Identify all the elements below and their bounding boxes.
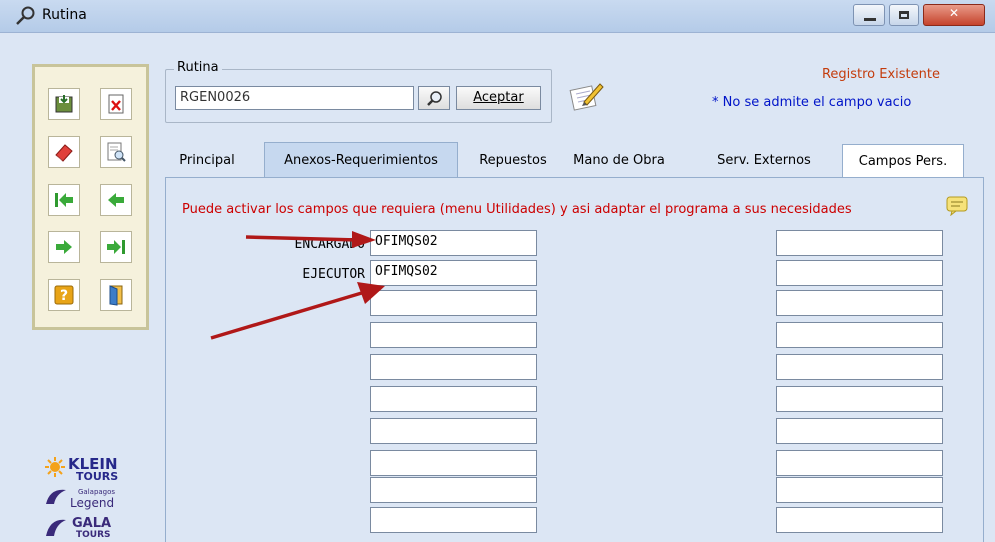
cancel-button[interactable] xyxy=(100,88,132,120)
tab-campos-pers[interactable]: Campos Pers. xyxy=(842,144,964,177)
legend-text: Legend xyxy=(70,496,115,510)
custom-field-right-4[interactable] xyxy=(776,322,943,348)
toolbox: ? xyxy=(32,64,149,330)
custom-field-left-9[interactable] xyxy=(370,477,537,503)
search-icon xyxy=(427,91,442,106)
custom-field-left-3[interactable] xyxy=(370,290,537,316)
annotation-arrow-ejecutor xyxy=(210,282,385,340)
tab-repuestos[interactable]: Repuestos xyxy=(469,144,557,177)
rutina-group-label: Rutina xyxy=(174,60,222,75)
registro-status: Registro Existente xyxy=(821,67,940,82)
last-arrow-icon xyxy=(107,240,125,254)
preview-button[interactable] xyxy=(100,136,132,168)
klein-sun-logo-icon xyxy=(45,457,65,477)
custom-field-left-6[interactable] xyxy=(370,386,537,412)
close-icon: ✕ xyxy=(948,6,960,20)
accept-button[interactable]: Aceptar xyxy=(456,86,541,110)
custom-field-right-1[interactable] xyxy=(776,230,943,256)
ejecutor-field[interactable]: OFIMQS02 xyxy=(370,260,537,286)
routine-wrench-icon xyxy=(16,6,35,25)
encargado-field[interactable]: OFIMQS02 xyxy=(370,230,537,256)
galapagos-text: Galapagos xyxy=(78,488,116,496)
custom-field-left-4[interactable] xyxy=(370,322,537,348)
help-button[interactable]: ? xyxy=(48,279,80,311)
last-record-button[interactable] xyxy=(100,231,132,263)
company-logos: KLEIN TOURS Galapagos Legend GALA TOURS xyxy=(42,452,148,542)
minimize-button[interactable] xyxy=(853,4,885,26)
custom-field-right-9[interactable] xyxy=(776,477,943,503)
title-bar: Rutina ✕ xyxy=(0,0,995,33)
no-empty-field-note: * No se admite el campo vacio xyxy=(712,95,912,110)
first-arrow-icon xyxy=(55,193,73,207)
tab-anexos-requerimientos[interactable]: Anexos-Requerimientos xyxy=(264,142,458,177)
custom-field-right-6[interactable] xyxy=(776,386,943,412)
exit-door-icon xyxy=(109,285,123,306)
edit-notepad-icon xyxy=(569,83,604,111)
exit-button[interactable] xyxy=(100,279,132,311)
custom-field-left-8[interactable] xyxy=(370,450,537,476)
tab-principal[interactable]: Principal xyxy=(173,144,241,177)
custom-field-left-7[interactable] xyxy=(370,418,537,444)
custom-fields-hint: Puede activar los campos que requiera (m… xyxy=(182,202,852,217)
accept-button-label: Aceptar xyxy=(473,90,524,105)
custom-field-right-7[interactable] xyxy=(776,418,943,444)
first-record-button[interactable] xyxy=(48,184,80,216)
left-arrow-icon xyxy=(108,193,124,207)
save-button[interactable] xyxy=(48,88,80,120)
right-arrow-icon xyxy=(56,240,72,254)
annotation-arrow-encargado xyxy=(245,231,376,248)
search-button[interactable] xyxy=(418,86,450,110)
legend-logo-icon xyxy=(46,489,66,504)
next-record-button[interactable] xyxy=(48,231,80,263)
custom-field-left-5[interactable] xyxy=(370,354,537,380)
previous-record-button[interactable] xyxy=(100,184,132,216)
save-icon xyxy=(55,95,73,113)
klein-tours-text: TOURS xyxy=(76,470,119,483)
rutina-code-input[interactable]: RGEN0026 xyxy=(175,86,414,110)
cancel-doc-icon xyxy=(108,94,124,114)
gala-tours-text: TOURS xyxy=(76,530,111,540)
custom-field-right-2[interactable] xyxy=(776,260,943,286)
erase-button[interactable] xyxy=(48,136,80,168)
custom-field-left-10[interactable] xyxy=(370,507,537,533)
custom-field-right-3[interactable] xyxy=(776,290,943,316)
note-comment-icon[interactable] xyxy=(946,196,968,216)
gala-text: GALA xyxy=(72,516,112,531)
eraser-icon xyxy=(55,144,73,162)
custom-field-right-10[interactable] xyxy=(776,507,943,533)
close-button[interactable]: ✕ xyxy=(923,4,985,26)
document-search-icon xyxy=(107,142,126,162)
maximize-button[interactable] xyxy=(889,4,919,26)
help-icon: ? xyxy=(54,285,74,305)
tab-mano-de-obra[interactable]: Mano de Obra xyxy=(563,144,675,177)
custom-field-right-8[interactable] xyxy=(776,450,943,476)
tab-serv-externos[interactable]: Serv. Externos xyxy=(701,144,827,177)
svg-text:?: ? xyxy=(60,288,68,304)
gala-logo-icon xyxy=(46,519,66,536)
window-title: Rutina xyxy=(42,7,87,23)
custom-field-right-5[interactable] xyxy=(776,354,943,380)
